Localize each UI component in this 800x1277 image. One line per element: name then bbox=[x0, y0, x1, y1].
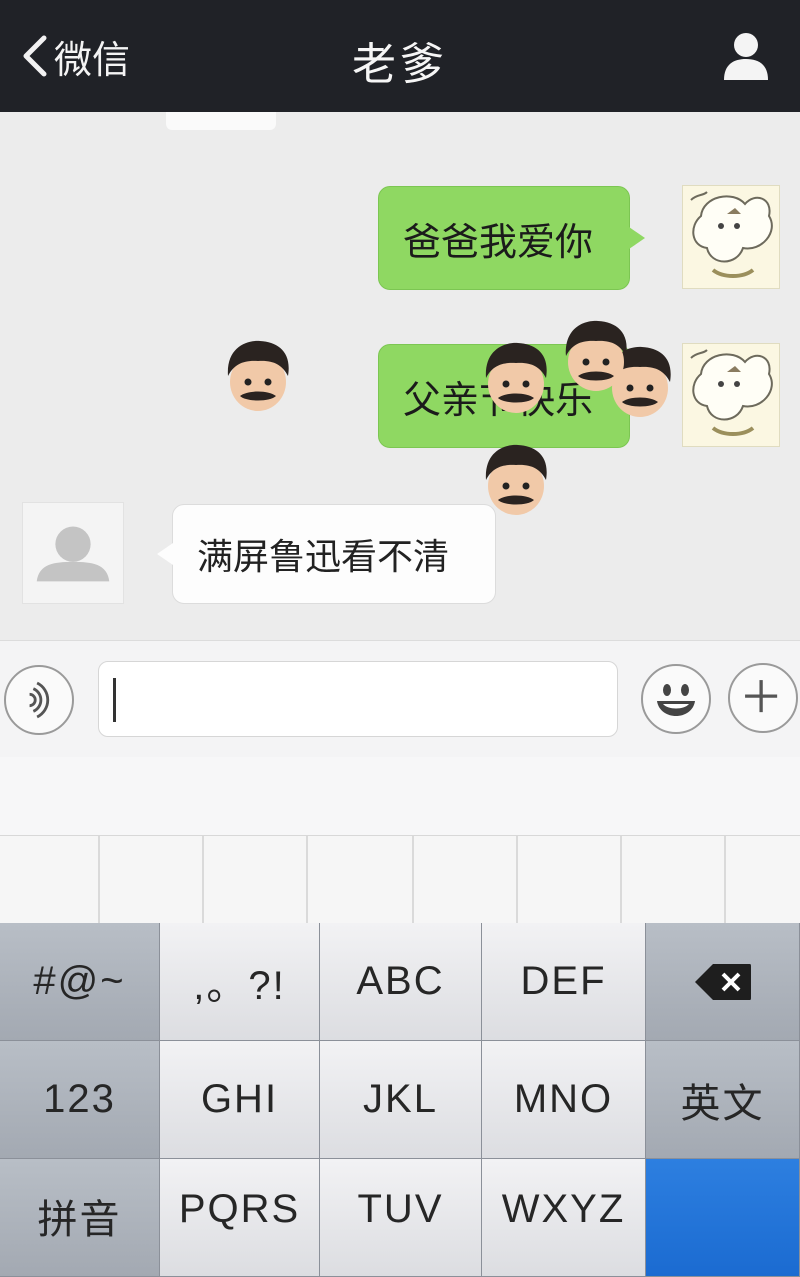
key-ghi[interactable]: GHI bbox=[160, 1041, 320, 1159]
key-numbers[interactable]: 123 bbox=[0, 1041, 160, 1159]
candidate-cell[interactable] bbox=[100, 836, 204, 924]
candidate-cell[interactable] bbox=[414, 836, 518, 924]
key-punctuation[interactable]: ,。?! bbox=[160, 923, 320, 1041]
person-icon[interactable] bbox=[720, 30, 772, 82]
sketch-figure-icon bbox=[690, 349, 773, 436]
candidate-area bbox=[0, 757, 800, 835]
message-bubble-outgoing[interactable]: 爸爸我爱你 bbox=[378, 186, 645, 290]
key-english[interactable]: 英文 bbox=[646, 1041, 800, 1159]
plus-button[interactable] bbox=[728, 663, 798, 733]
dad-face-emoji-icon bbox=[485, 342, 547, 413]
candidate-bar bbox=[0, 835, 800, 924]
chat-area[interactable]: 爸爸我爱你 父亲节快乐 bbox=[0, 112, 800, 640]
key-pqrs[interactable]: PQRS bbox=[160, 1159, 320, 1277]
plus-icon bbox=[745, 680, 778, 713]
key-symbols[interactable]: #@~ bbox=[0, 923, 160, 1041]
candidate-cell[interactable] bbox=[308, 836, 414, 924]
input-bar bbox=[0, 640, 800, 758]
voice-wave-icon bbox=[29, 681, 50, 719]
voice-button[interactable] bbox=[4, 665, 74, 735]
key-tuv[interactable]: TUV bbox=[320, 1159, 482, 1277]
delete-key[interactable] bbox=[646, 923, 800, 1041]
dad-face-emoji-icon bbox=[227, 340, 289, 411]
previous-message-stub bbox=[166, 112, 276, 130]
message-text: 满屏鲁迅看不清 bbox=[197, 537, 450, 578]
return-key[interactable] bbox=[646, 1159, 800, 1277]
key-wxyz[interactable]: WXYZ bbox=[482, 1159, 646, 1277]
contact-avatar[interactable] bbox=[22, 502, 124, 604]
message-input[interactable] bbox=[98, 661, 618, 737]
text-caret bbox=[113, 678, 116, 722]
default-avatar-icon bbox=[36, 526, 110, 582]
candidate-cell[interactable] bbox=[518, 836, 622, 924]
nav-bar: 微信 老爹 bbox=[0, 0, 800, 112]
key-jkl[interactable]: JKL bbox=[320, 1041, 482, 1159]
backspace-icon bbox=[694, 963, 751, 1000]
key-pinyin[interactable]: 拼音 bbox=[0, 1159, 160, 1277]
key-def[interactable]: DEF bbox=[482, 923, 646, 1041]
my-avatar[interactable] bbox=[682, 185, 780, 289]
candidate-cell[interactable] bbox=[204, 836, 308, 924]
candidate-cell[interactable] bbox=[726, 836, 800, 924]
dad-face-emoji-icon bbox=[565, 320, 627, 391]
my-avatar[interactable] bbox=[682, 343, 780, 447]
keyboard: #@~ ,。?! ABC DEF 123 GHI JKL MNO 英文 拼音 P… bbox=[0, 923, 800, 1277]
smiley-icon[interactable] bbox=[640, 663, 712, 735]
chat-title: 老爹 bbox=[352, 39, 448, 90]
candidate-cell[interactable] bbox=[0, 836, 100, 924]
message-text: 爸爸我爱你 bbox=[403, 219, 594, 264]
candidate-cell[interactable] bbox=[622, 836, 726, 924]
message-bubble-incoming[interactable]: 满屏鲁迅看不清 bbox=[157, 504, 496, 604]
sketch-figure-icon bbox=[690, 191, 773, 278]
key-abc[interactable]: ABC bbox=[320, 923, 482, 1041]
key-mno[interactable]: MNO bbox=[482, 1041, 646, 1159]
